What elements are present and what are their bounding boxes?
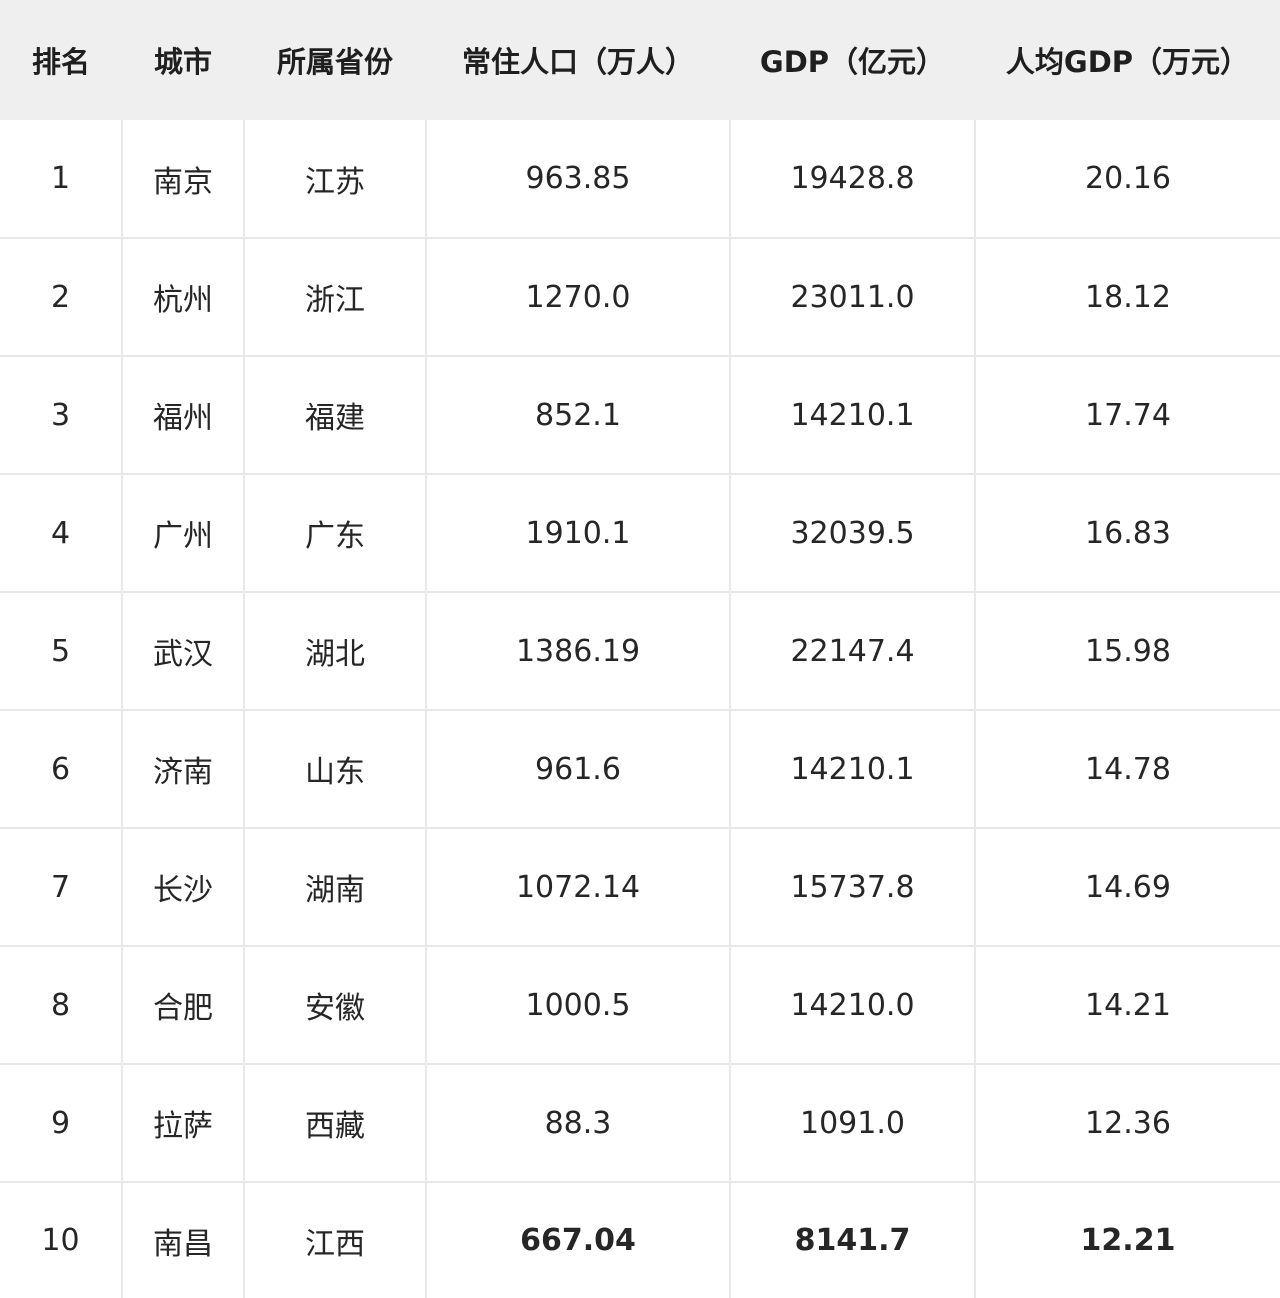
cell-province: 浙江 <box>244 238 427 357</box>
cell-gdp-per-capita: 12.21 <box>1080 1223 1176 1258</box>
header-gdp: GDP（亿元） <box>759 45 946 79</box>
cell-gdp-per-capita: 14.78 <box>975 710 1280 829</box>
table-row: 6 济南 山东 961.6 14210.1 14.78 <box>0 710 1280 829</box>
cell-gdp-per-capita: 15.98 <box>975 592 1280 711</box>
header-row: 排名 城市 所属省份 常住人口（万人） GDP（亿元） 人均GDP（万元） <box>0 0 1280 120</box>
cell-city: 杭州 <box>122 238 245 357</box>
cell-rank: 9 <box>0 1064 123 1183</box>
table-row: 4 广州 广东 1910.1 32039.5 16.83 <box>0 474 1280 593</box>
cell-rank: 3 <box>0 356 123 475</box>
cell-rank: 2 <box>0 238 123 357</box>
cell-province: 广东 <box>244 474 427 593</box>
cell-gdp: 22147.4 <box>730 592 976 711</box>
cell-gdp-per-capita: 12.36 <box>975 1064 1280 1183</box>
cell-province: 江西 <box>244 1182 427 1298</box>
cell-rank: 5 <box>0 592 123 711</box>
cell-province: 福建 <box>244 356 427 475</box>
header-gdp-per-capita: 人均GDP（万元） <box>1005 45 1250 79</box>
cell-gdp: 14210.1 <box>730 710 976 829</box>
cell-province: 湖北 <box>244 592 427 711</box>
header-rank: 排名 <box>31 45 90 79</box>
cell-gdp: 14210.1 <box>730 356 976 475</box>
table-row: 1 南京 江苏 963.85 19428.8 20.16 <box>0 120 1280 239</box>
header-city: 城市 <box>153 45 212 79</box>
table-row: 9 拉萨 西藏 88.3 1091.0 12.36 <box>0 1064 1280 1183</box>
table-header: 排名 城市 所属省份 常住人口（万人） GDP（亿元） 人均GDP（万元） <box>0 0 1280 120</box>
cell-population: 963.85 <box>426 120 731 239</box>
cell-city: 济南 <box>122 710 245 829</box>
table-row: 7 长沙 湖南 1072.14 15737.8 14.69 <box>0 828 1280 947</box>
cell-province: 山东 <box>244 710 427 829</box>
cell-city: 南昌 <box>122 1182 245 1298</box>
cell-province: 安徽 <box>244 946 427 1065</box>
cell-population: 667.04 <box>426 1182 731 1298</box>
cell-province: 湖南 <box>244 828 427 947</box>
header-population: 常住人口（万人） <box>461 45 694 79</box>
cell-province: 江苏 <box>244 120 427 239</box>
cell-gdp-per-capita: 17.74 <box>975 356 1280 475</box>
cell-population: 1000.5 <box>426 946 731 1065</box>
cell-rank: 4 <box>0 474 123 593</box>
cell-population: 1072.14 <box>426 828 731 947</box>
cell-gdp-per-capita: 20.16 <box>975 120 1280 239</box>
city-gdp-ranking-table: 排名 城市 所属省份 常住人口（万人） GDP（亿元） 人均GDP（万元） 1 … <box>0 0 1280 1298</box>
cell-city: 拉萨 <box>122 1064 245 1183</box>
cell-rank: 7 <box>0 828 123 947</box>
cell-city: 南京 <box>122 120 245 239</box>
cell-population: 961.6 <box>426 710 731 829</box>
cell-province: 西藏 <box>244 1064 427 1183</box>
cell-population: 1270.0 <box>426 238 731 357</box>
cell-rank: 10 <box>0 1182 123 1298</box>
header-province: 所属省份 <box>276 45 393 79</box>
cell-gdp-per-capita: 14.69 <box>975 828 1280 947</box>
table-body: 1 南京 江苏 963.85 19428.8 20.16 2 杭州 浙江 127… <box>0 120 1280 1298</box>
cell-gdp: 1091.0 <box>730 1064 976 1183</box>
cell-population: 1910.1 <box>426 474 731 593</box>
cell-population: 88.3 <box>426 1064 731 1183</box>
cell-gdp: 14210.0 <box>730 946 976 1065</box>
cell-city: 福州 <box>122 356 245 475</box>
table-row: 2 杭州 浙江 1270.0 23011.0 18.12 <box>0 238 1280 357</box>
table-row: 10 南昌 江西 667.04 8141.7 12.21 <box>0 1182 1280 1298</box>
cell-population: 852.1 <box>426 356 731 475</box>
cell-gdp-per-capita: 16.83 <box>975 474 1280 593</box>
cell-gdp-per-capita: 18.12 <box>975 238 1280 357</box>
cell-gdp: 15737.8 <box>730 828 976 947</box>
cell-rank: 8 <box>0 946 123 1065</box>
cell-gdp: 23011.0 <box>730 238 976 357</box>
cell-city: 合肥 <box>122 946 245 1065</box>
cell-rank: 6 <box>0 710 123 829</box>
cell-gdp: 8141.7 <box>730 1182 976 1298</box>
table-row: 5 武汉 湖北 1386.19 22147.4 15.98 <box>0 592 1280 711</box>
cell-gdp: 32039.5 <box>730 474 976 593</box>
table-row: 8 合肥 安徽 1000.5 14210.0 14.21 <box>0 946 1280 1065</box>
cell-rank: 1 <box>0 120 123 239</box>
cell-population: 1386.19 <box>426 592 731 711</box>
table-row: 3 福州 福建 852.1 14210.1 17.74 <box>0 356 1280 475</box>
cell-gdp: 19428.8 <box>730 120 976 239</box>
cell-city: 武汉 <box>122 592 245 711</box>
cell-gdp-per-capita: 14.21 <box>975 946 1280 1065</box>
cell-city: 长沙 <box>122 828 245 947</box>
cell-city: 广州 <box>122 474 245 593</box>
